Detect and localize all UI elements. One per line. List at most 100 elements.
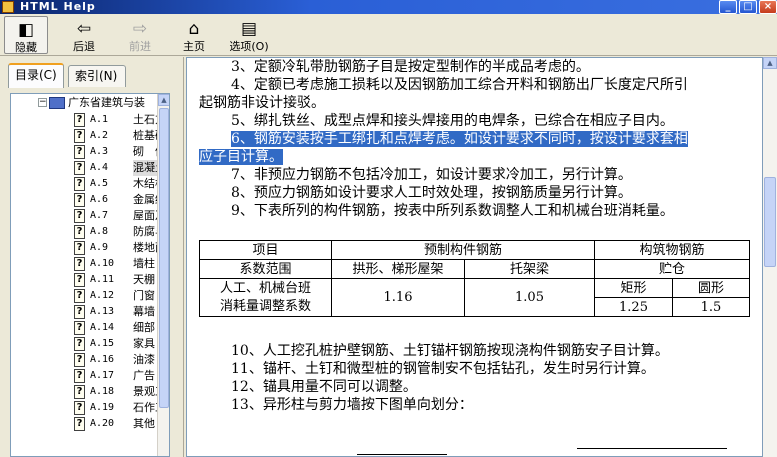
tree-item[interactable]: ? A.11 天棚 [11, 272, 158, 288]
back-button[interactable]: ⇦ 后退 [62, 16, 106, 54]
tree-item-name: 天棚 [133, 273, 155, 286]
table-cell: 1.25 [594, 297, 673, 317]
tree-item[interactable]: ? A.13 幕墙 [11, 304, 158, 320]
tree-item-code: A.18 [90, 386, 115, 397]
scroll-up-arrow-icon[interactable]: ▲ [158, 94, 169, 106]
minimize-button[interactable]: _ [719, 0, 737, 14]
help-page-icon: ? [74, 113, 85, 127]
help-page-icon: ? [74, 193, 85, 207]
table-cell: 1.05 [464, 278, 595, 317]
tree-item-code: A.12 [90, 290, 115, 301]
tree-item[interactable]: ? A.7 屋面及 [11, 208, 166, 224]
help-page-icon: ? [74, 385, 85, 399]
tree-item-name: 墙柱 [133, 257, 155, 270]
tab-index[interactable]: 索引(N) [68, 65, 126, 87]
table-cell: 构筑物钢筋 [594, 240, 750, 260]
help-page-icon: ? [74, 225, 85, 239]
back-arrow-icon: ⇦ [76, 19, 92, 39]
help-page-icon: ? [74, 241, 85, 255]
coefficient-table: 项目 预制构件钢筋 构筑物钢筋 系数范围 拱形、梯形屋架 托架梁 贮仓 人工、机… [199, 240, 750, 317]
tree-item[interactable]: ? A.4 混凝土 [11, 160, 166, 176]
tree-item-code: A.1 [90, 114, 109, 125]
table-cell: 1.5 [672, 297, 750, 317]
selected-text: 6、钢筋安装按手工绑扎和点焊考虑。如设计要求不同时，按设计要求套相 [231, 131, 688, 147]
title-bar: HTML Help _ □ × [0, 0, 777, 14]
tree-item[interactable]: ? A.12 门窗 [11, 288, 158, 304]
tree-item-code: A.13 [90, 306, 115, 317]
open-book-icon [49, 97, 65, 109]
tree-item[interactable]: ? A.19 石作工 [11, 400, 166, 416]
tree-item[interactable]: ? A.3 砌 体 [11, 144, 166, 160]
table-cell: 系数范围 [199, 259, 332, 279]
table-cell: 贮仓 [594, 259, 750, 279]
tree-item-name: 门窗 [133, 289, 155, 302]
selected-text-cont: 应子目计算。 [199, 149, 283, 165]
tree-item-code: A.17 [90, 370, 115, 381]
tree-item-name: 油漆 [133, 353, 155, 366]
tree-root[interactable]: − 广东省建筑与装 [11, 94, 158, 112]
tree-scrollbar[interactable]: ▲ [157, 94, 169, 456]
window-title: HTML Help [20, 0, 96, 13]
close-button[interactable]: × [759, 0, 777, 14]
tree-item[interactable]: ? A.16 油漆 [11, 352, 158, 368]
help-page-icon: ? [74, 369, 85, 383]
help-page-icon: ? [74, 161, 85, 175]
tree-item-name: 家具 [133, 337, 155, 350]
para-4-line2: 起钢筋非设计接驳。 [199, 95, 325, 111]
navigation-pane: 目录(C) 索引(N) − 广东省建筑与装 ? A.1 土石方? A.2 桩基础? A.3… [0, 57, 184, 457]
tab-contents[interactable]: 目录(C) [8, 63, 64, 88]
para-6-line1: 6、钢筋安装按手工绑扎和点焊考虑。如设计要求不同时，按设计要求套相 [231, 131, 688, 148]
content-scroll-thumb[interactable] [764, 177, 776, 267]
help-page-icon: ? [74, 257, 85, 271]
tree-item[interactable]: ? A.2 桩基础 [11, 128, 166, 144]
tree-item[interactable]: ? A.18 景观工 [11, 384, 166, 400]
para-3: 3、定额冷轧带肋钢筋子目是按定型制作的半成品考虑的。 [231, 59, 590, 75]
tree-item-code: A.7 [90, 210, 109, 221]
tree-item[interactable]: ? A.14 细部 [11, 320, 158, 336]
table-cell: 项目 [199, 240, 332, 260]
table-cell: 人工、机械台班 消耗量调整系数 [199, 278, 332, 317]
help-page-icon: ? [74, 289, 85, 303]
tree-item-code: A.20 [90, 418, 115, 429]
tree-item[interactable]: ? A.6 金属结 [11, 192, 166, 208]
tree-scroll-thumb[interactable] [159, 108, 169, 408]
tree-item-code: A.5 [90, 178, 109, 189]
tree-item[interactable]: ? A.1 土石方 [11, 112, 166, 128]
tree-item[interactable]: ? A.15 家具 [11, 336, 158, 352]
home-button[interactable]: ⌂ 主页 [172, 16, 216, 54]
tree-item-code: A.11 [90, 274, 115, 285]
options-icon: ▤ [240, 19, 258, 39]
help-page-icon: ? [74, 273, 85, 287]
table-cell: 预制构件钢筋 [331, 240, 595, 260]
table-cell: 拱形、梯形屋架 [331, 259, 465, 279]
para-10: 10、人工挖孔桩护壁钢筋、土钉锚杆钢筋按现浇构件钢筋安子目计算。 [231, 343, 669, 359]
options-button[interactable]: ▤ 选项(O) [224, 16, 274, 54]
contents-tree[interactable]: − 广东省建筑与装 ? A.1 土石方? A.2 桩基础? A.3 砌 体? A.4 混凝土? A… [10, 93, 170, 457]
table-cell: 圆形 [672, 278, 750, 298]
tree-item-code: A.16 [90, 354, 115, 365]
tree-item-code: A.10 [90, 258, 115, 269]
tree-item-code: A.15 [90, 338, 115, 349]
maximize-button[interactable]: □ [739, 0, 757, 14]
tree-item-code: A.9 [90, 242, 109, 253]
tree-item[interactable]: ? A.10 墙柱 [11, 256, 158, 272]
tree-item-code: A.8 [90, 226, 109, 237]
tree-item[interactable]: ? A.17 广告 [11, 368, 158, 384]
collapse-icon[interactable]: − [38, 98, 47, 107]
help-page-icon: ? [74, 417, 85, 431]
tree-item[interactable]: ? A.9 楼地面 [11, 240, 166, 256]
tree-item-code: A.14 [90, 322, 115, 333]
content-scrollbar[interactable]: ▲ [763, 57, 777, 457]
tree-item[interactable]: ? A.8 防腐与 [11, 224, 166, 240]
forward-button[interactable]: ⇨ 前进 [118, 16, 162, 54]
tree-item-name: 其他 [133, 417, 155, 430]
help-page-icon: ? [74, 401, 85, 415]
help-page-icon: ? [74, 321, 85, 335]
tree-item-code: A.6 [90, 194, 109, 205]
tree-item[interactable]: ? A.5 木结构 [11, 176, 166, 192]
home-icon: ⌂ [188, 19, 200, 39]
hide-button[interactable]: ◧ 隐藏 [4, 16, 48, 54]
scroll-up-arrow-icon[interactable]: ▲ [763, 57, 777, 69]
help-page-icon: ? [74, 337, 85, 351]
tree-item[interactable]: ? A.20 其他 [11, 416, 158, 432]
